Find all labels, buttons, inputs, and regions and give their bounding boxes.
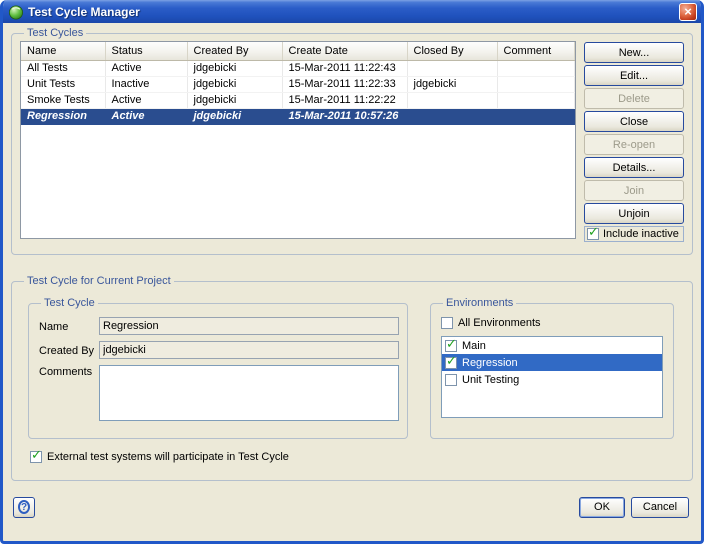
reopen-button[interactable]: Re-open	[584, 134, 684, 155]
cell-created-by: jdgebicki	[187, 92, 282, 108]
env-item-label: Main	[462, 340, 486, 352]
cell-name: Regression	[21, 108, 105, 124]
table-header-row: Name Status Created By Create Date Close…	[21, 42, 575, 60]
current-project-group: Test Cycle for Current Project Test Cycl…	[11, 275, 693, 481]
env-item-unit-testing[interactable]: Unit Testing	[442, 371, 662, 388]
new-button[interactable]: New...	[584, 42, 684, 63]
column-header-status[interactable]: Status	[105, 42, 187, 60]
help-icon: ?	[18, 500, 30, 514]
cell-status: Active	[105, 92, 187, 108]
cell-create-date: 15-Mar-2011 11:22:33	[282, 76, 407, 92]
cell-created-by: jdgebicki	[187, 76, 282, 92]
ok-button[interactable]: OK	[579, 497, 625, 518]
cell-comment	[497, 108, 575, 124]
cell-closed-by	[407, 92, 497, 108]
edit-button[interactable]: Edit...	[584, 65, 684, 86]
checkbox-box	[445, 357, 457, 369]
window-title: Test Cycle Manager	[28, 5, 675, 19]
include-inactive-checkbox[interactable]: Include inactive	[584, 226, 684, 242]
env-item-label: Regression	[462, 357, 518, 369]
cell-closed-by	[407, 60, 497, 76]
test-cycle-subgroup: Test Cycle Name Created By Comments	[28, 297, 408, 439]
cell-comment	[497, 60, 575, 76]
checkbox-label: Include inactive	[603, 228, 679, 240]
checkbox-box	[441, 317, 453, 329]
column-header-name[interactable]: Name	[21, 42, 105, 60]
table-row[interactable]: All Tests Active jdgebicki 15-Mar-2011 1…	[21, 60, 575, 76]
name-field[interactable]	[99, 317, 399, 335]
cell-name: All Tests	[21, 60, 105, 76]
footer: ? OK Cancel	[11, 481, 693, 541]
cell-name: Unit Tests	[21, 76, 105, 92]
checkbox-label: All Environments	[458, 317, 541, 329]
checkbox-box	[445, 340, 457, 352]
all-environments-checkbox[interactable]: All Environments	[441, 317, 541, 329]
checkbox-label: External test systems will participate i…	[47, 451, 289, 463]
delete-button[interactable]: Delete	[584, 88, 684, 109]
close-icon[interactable]: ×	[679, 3, 697, 21]
column-header-create-date[interactable]: Create Date	[282, 42, 407, 60]
test-cycle-subgroup-label: Test Cycle	[41, 297, 98, 309]
current-project-group-label: Test Cycle for Current Project	[24, 275, 174, 287]
test-cycle-manager-dialog: Test Cycle Manager × Test Cycles Name	[0, 0, 704, 544]
cell-comment	[497, 76, 575, 92]
environments-list: Main Regression Unit Testing	[441, 336, 663, 418]
table-row[interactable]: Regression Active jdgebicki 15-Mar-2011 …	[21, 108, 575, 124]
cell-status: Active	[105, 108, 187, 124]
details-button[interactable]: Details...	[584, 157, 684, 178]
cell-create-date: 15-Mar-2011 10:57:26	[282, 108, 407, 124]
test-cycles-group-label: Test Cycles	[24, 27, 86, 39]
cell-comment	[497, 92, 575, 108]
test-cycles-table: Name Status Created By Create Date Close…	[20, 41, 576, 239]
cell-create-date: 15-Mar-2011 11:22:22	[282, 92, 407, 108]
test-cycles-button-column: New... Edit... Delete Close Re-open Deta…	[584, 41, 684, 239]
cell-closed-by: jdgebicki	[407, 76, 497, 92]
table-row[interactable]: Smoke Tests Active jdgebicki 15-Mar-2011…	[21, 92, 575, 108]
comments-field[interactable]	[99, 365, 399, 421]
cell-status: Active	[105, 60, 187, 76]
table-row[interactable]: Unit Tests Inactive jdgebicki 15-Mar-201…	[21, 76, 575, 92]
column-header-created-by[interactable]: Created By	[187, 42, 282, 60]
cell-create-date: 15-Mar-2011 11:22:43	[282, 60, 407, 76]
env-item-regression[interactable]: Regression	[442, 354, 662, 371]
cell-closed-by	[407, 108, 497, 124]
external-systems-checkbox[interactable]: External test systems will participate i…	[30, 451, 289, 463]
created-by-label: Created By	[39, 344, 99, 357]
cell-name: Smoke Tests	[21, 92, 105, 108]
created-by-field[interactable]	[99, 341, 399, 359]
help-button[interactable]: ?	[13, 497, 35, 518]
column-header-closed-by[interactable]: Closed By	[407, 42, 497, 60]
environments-subgroup-label: Environments	[443, 297, 516, 309]
comments-label: Comments	[39, 365, 99, 378]
cell-created-by: jdgebicki	[187, 108, 282, 124]
app-icon	[8, 4, 24, 20]
close-button[interactable]: Close	[584, 111, 684, 132]
dialog-body: Test Cycles Name Status Created By	[3, 23, 701, 541]
env-item-label: Unit Testing	[462, 374, 519, 386]
unjoin-button[interactable]: Unjoin	[584, 203, 684, 224]
cancel-button[interactable]: Cancel	[631, 497, 689, 518]
name-label: Name	[39, 320, 99, 333]
checkbox-box	[587, 228, 599, 240]
join-button[interactable]: Join	[584, 180, 684, 201]
cell-status: Inactive	[105, 76, 187, 92]
environments-subgroup: Environments All Environments Main Regre…	[430, 297, 674, 439]
cell-created-by: jdgebicki	[187, 60, 282, 76]
checkbox-box	[30, 451, 42, 463]
env-item-main[interactable]: Main	[442, 337, 662, 354]
test-cycles-group: Test Cycles Name Status Created By	[11, 27, 693, 255]
checkbox-box	[445, 374, 457, 386]
column-header-comment[interactable]: Comment	[497, 42, 575, 60]
titlebar[interactable]: Test Cycle Manager ×	[3, 0, 701, 23]
